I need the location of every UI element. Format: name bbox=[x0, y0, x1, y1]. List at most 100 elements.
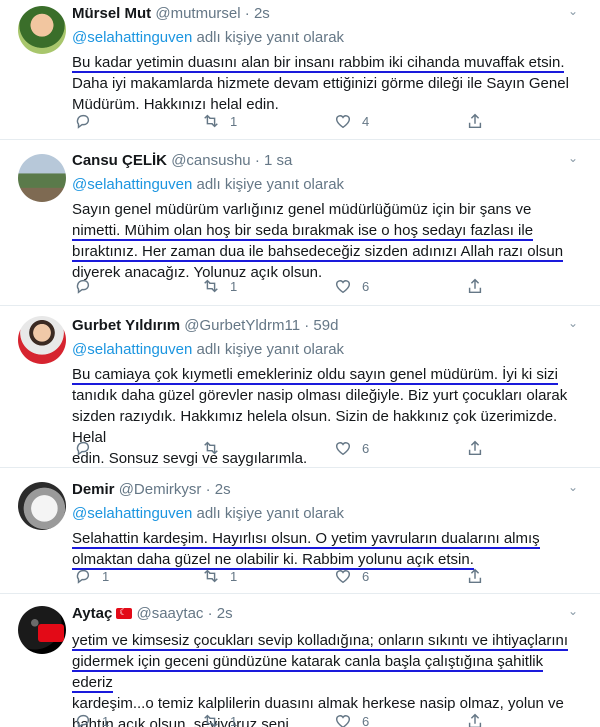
display-name[interactable]: Aytaç bbox=[72, 605, 112, 622]
separator-dot: · bbox=[304, 317, 310, 334]
retweet-icon bbox=[204, 114, 218, 128]
text-line: bıraktınız. Her zaman dua ile bahsedeceğ… bbox=[72, 243, 564, 262]
share-icon bbox=[468, 113, 482, 129]
share-icon bbox=[468, 568, 482, 584]
share-icon bbox=[468, 278, 482, 294]
reply-icon bbox=[76, 114, 90, 129]
timestamp[interactable]: 2s bbox=[217, 605, 233, 622]
reply-count: 1 bbox=[102, 568, 110, 584]
display-name[interactable]: Mürsel Mut bbox=[72, 5, 151, 22]
mention-link[interactable]: @selahattinguven bbox=[72, 29, 192, 46]
like-button[interactable]: 6 bbox=[334, 439, 369, 457]
heart-icon bbox=[335, 715, 351, 727]
tweet[interactable]: Demir @Demirkysr · 2s ⌄ @selahattinguven… bbox=[0, 468, 600, 594]
reply-button[interactable] bbox=[74, 439, 92, 457]
user-handle[interactable]: @Demirkysr bbox=[119, 481, 202, 498]
tweet[interactable]: Gurbet Yıldırım @GurbetYldrm11 · 59d ⌄ @… bbox=[0, 306, 600, 468]
chevron-down-icon[interactable]: ⌄ bbox=[568, 151, 578, 165]
like-count: 6 bbox=[362, 713, 370, 727]
share-icon bbox=[468, 713, 482, 727]
text-line: nimetti. Mühim olan hoş bir seda bırakma… bbox=[72, 222, 534, 241]
timestamp[interactable]: 1 sa bbox=[264, 152, 292, 169]
share-button[interactable] bbox=[466, 712, 484, 727]
retweet-count: 1 bbox=[230, 113, 238, 129]
reply-icon bbox=[76, 441, 90, 456]
heart-icon bbox=[335, 280, 351, 294]
reply-button[interactable] bbox=[74, 112, 92, 130]
avatar[interactable] bbox=[18, 482, 66, 530]
like-button[interactable]: 6 bbox=[334, 567, 369, 585]
user-handle[interactable]: @mutmursel bbox=[155, 5, 240, 22]
display-name[interactable]: Demir bbox=[72, 481, 115, 498]
separator-dot: · bbox=[254, 152, 260, 169]
retweet-button[interactable]: 1 bbox=[202, 567, 237, 585]
avatar[interactable] bbox=[18, 6, 66, 54]
share-icon bbox=[468, 440, 482, 456]
reply-context: @selahattinguven adlı kişiye yanıt olara… bbox=[72, 504, 580, 524]
separator-dot: · bbox=[244, 5, 250, 22]
tweet-header: Mürsel Mut @mutmursel · 2s bbox=[72, 4, 580, 24]
turkey-flag-icon bbox=[116, 607, 133, 619]
reply-context: @selahattinguven adlı kişiye yanıt olara… bbox=[72, 175, 580, 195]
tweet-actions: 1 1 6 bbox=[72, 567, 492, 587]
retweet-count: 1 bbox=[230, 713, 238, 727]
like-button[interactable]: 6 bbox=[334, 712, 369, 727]
tweet[interactable]: Cansu ÇELİK @cansushu · 1 sa ⌄ @selahatt… bbox=[0, 140, 600, 306]
timestamp[interactable]: 2s bbox=[254, 5, 270, 22]
retweet-icon bbox=[204, 569, 218, 583]
retweet-icon bbox=[204, 441, 218, 455]
share-button[interactable] bbox=[466, 439, 484, 457]
text-line: gidermek için geceni gündüzüne katarak c… bbox=[72, 653, 544, 693]
text-line: Bu kadar yetimin duasını alan bir insanı… bbox=[72, 54, 565, 73]
reply-icon bbox=[76, 714, 90, 727]
retweet-count: 1 bbox=[230, 568, 238, 584]
chevron-down-icon[interactable]: ⌄ bbox=[568, 4, 578, 18]
retweet-count: 1 bbox=[230, 278, 238, 294]
chevron-down-icon[interactable]: ⌄ bbox=[568, 316, 578, 330]
retweet-button[interactable]: 1 bbox=[202, 277, 237, 295]
chevron-down-icon[interactable]: ⌄ bbox=[568, 604, 578, 618]
like-button[interactable]: 6 bbox=[334, 277, 369, 295]
reply-button[interactable]: 1 bbox=[74, 712, 109, 727]
mention-link[interactable]: @selahattinguven bbox=[72, 341, 192, 358]
reply-icon bbox=[76, 279, 90, 294]
reply-button[interactable] bbox=[74, 277, 92, 295]
tweet-header: Cansu ÇELİK @cansushu · 1 sa bbox=[72, 151, 580, 171]
like-count: 4 bbox=[362, 113, 370, 129]
tweet[interactable]: Aytaç @saaytac · 2s ⌄ yetim ve kimsesiz … bbox=[0, 594, 600, 727]
user-handle[interactable]: @saaytac bbox=[136, 605, 203, 622]
text-line: tanıdık daha güzel görevler nasip olması… bbox=[72, 387, 568, 404]
retweet-icon bbox=[204, 714, 218, 727]
user-handle[interactable]: @GurbetYldrm11 bbox=[184, 317, 300, 334]
timestamp[interactable]: 2s bbox=[215, 481, 231, 498]
retweet-button[interactable] bbox=[202, 439, 230, 457]
reply-context: @selahattinguven adlı kişiye yanıt olara… bbox=[72, 28, 580, 48]
text-line: kardeşim...o temiz kalplilerin duasını a… bbox=[72, 695, 564, 712]
reply-context: @selahattinguven adlı kişiye yanıt olara… bbox=[72, 340, 580, 360]
tweet-actions: 1 4 bbox=[72, 112, 492, 132]
reply-suffix: adlı kişiye yanıt olarak bbox=[196, 505, 345, 522]
display-name[interactable]: Gurbet Yıldırım bbox=[72, 317, 180, 334]
display-name[interactable]: Cansu ÇELİK bbox=[72, 152, 167, 169]
user-handle[interactable]: @cansushu bbox=[171, 152, 250, 169]
chevron-down-icon[interactable]: ⌄ bbox=[568, 480, 578, 494]
retweet-icon bbox=[204, 279, 218, 293]
like-button[interactable]: 4 bbox=[334, 112, 369, 130]
tweet[interactable]: Mürsel Mut @mutmursel · 2s ⌄ @selahattin… bbox=[0, 0, 600, 140]
avatar[interactable] bbox=[18, 316, 66, 364]
separator-dot: · bbox=[205, 481, 211, 498]
timestamp[interactable]: 59d bbox=[313, 317, 338, 334]
reply-button[interactable]: 1 bbox=[74, 567, 109, 585]
avatar[interactable] bbox=[18, 154, 66, 202]
share-button[interactable] bbox=[466, 112, 484, 130]
mention-link[interactable]: @selahattinguven bbox=[72, 176, 192, 193]
avatar[interactable] bbox=[18, 606, 66, 654]
mention-link[interactable]: @selahattinguven bbox=[72, 505, 192, 522]
retweet-button[interactable]: 1 bbox=[202, 712, 237, 727]
share-button[interactable] bbox=[466, 277, 484, 295]
reply-icon bbox=[76, 569, 90, 584]
tweet-actions: 1 6 bbox=[72, 277, 492, 297]
tweet-header: Gurbet Yıldırım @GurbetYldrm11 · 59d bbox=[72, 316, 580, 336]
retweet-button[interactable]: 1 bbox=[202, 112, 237, 130]
share-button[interactable] bbox=[466, 567, 484, 585]
